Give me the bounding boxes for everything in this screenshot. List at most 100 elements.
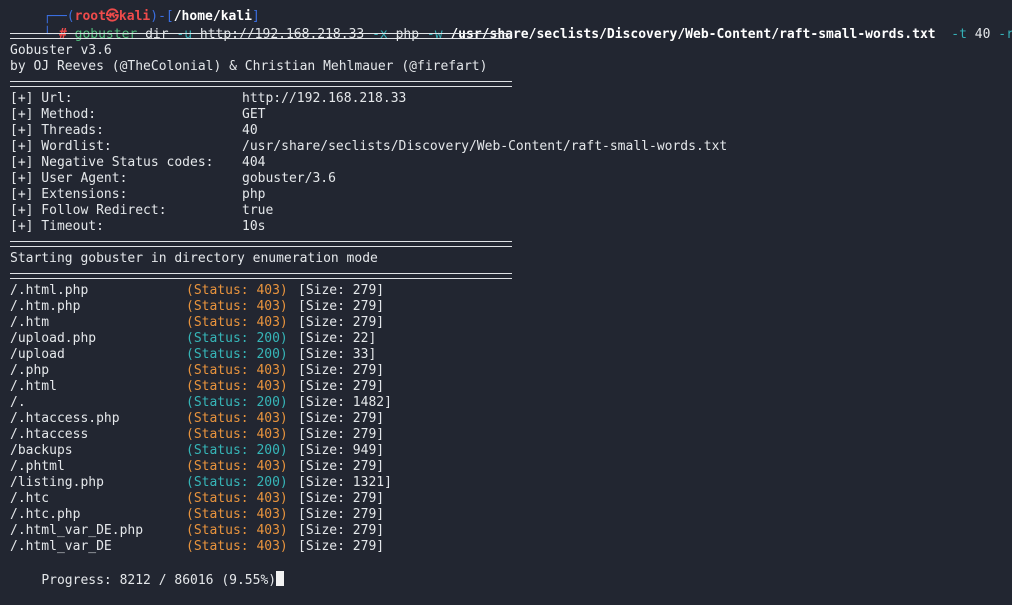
result-size: [Size: 279] <box>298 411 385 426</box>
result-row: /.htc (Status: 403) [Size: 279] <box>10 491 510 507</box>
result-size: [Size: 33] <box>298 347 377 362</box>
result-row: /.html_var_DE (Status: 403) [Size: 279] <box>10 539 510 555</box>
result-row: /.phtml (Status: 403) [Size: 279] <box>10 459 510 475</box>
config-label: [+] Url: <box>10 91 73 106</box>
config-label: [+] Wordlist: <box>10 139 112 154</box>
config-value: 404 <box>242 155 266 170</box>
result-status: (Status: 200) <box>186 347 288 362</box>
result-row: /.php (Status: 403) [Size: 279] <box>10 363 510 379</box>
cursor[interactable] <box>276 571 285 586</box>
result-status: (Status: 403) <box>186 427 288 442</box>
result-path: /.htm.php <box>10 299 81 314</box>
start-message: Starting gobuster in directory enumerati… <box>10 251 378 266</box>
result-status: (Status: 403) <box>186 491 288 506</box>
result-size: [Size: 279] <box>298 523 385 538</box>
result-size: [Size: 279] <box>298 315 385 330</box>
result-row: /.html_var_DE.php (Status: 403) [Size: 279… <box>10 523 510 539</box>
result-path: /.htaccess.php <box>10 411 120 426</box>
result-status: (Status: 200) <box>186 475 288 490</box>
result-size: [Size: 279] <box>298 507 385 522</box>
result-path: /.php <box>10 363 50 378</box>
banner-authors: by OJ Reeves (@TheColonial) & Christian … <box>10 59 488 74</box>
result-path: /.html <box>10 379 57 394</box>
result-path: /upload.php <box>10 331 97 346</box>
result-row: /.htc.php (Status: 403) [Size: 279] <box>10 507 510 523</box>
result-status: (Status: 200) <box>186 395 288 410</box>
terminal-window[interactable]: ┌──(root㉿kali)-[/home/kali] └─# gobuster… <box>0 0 1012 592</box>
config-row: [+] Timeout: 10s <box>10 219 810 235</box>
result-path: /. <box>10 395 26 410</box>
result-status: (Status: 403) <box>186 299 288 314</box>
result-path: /.phtml <box>10 459 65 474</box>
divider-2 <box>10 81 512 87</box>
result-size: [Size: 1482] <box>298 395 392 410</box>
command-threads: 40 <box>974 27 991 42</box>
config-row: [+] Method: GET <box>10 107 810 123</box>
result-status: (Status: 200) <box>186 331 288 346</box>
config-label: [+] Timeout: <box>10 219 104 234</box>
result-path: /upload <box>10 347 65 362</box>
result-path: /.htm <box>10 315 50 330</box>
result-status: (Status: 403) <box>186 315 288 330</box>
result-path: /listing.php <box>10 475 104 490</box>
result-row: /.html (Status: 403) [Size: 279] <box>10 379 510 395</box>
result-row: /backups (Status: 200) [Size: 949] <box>10 443 510 459</box>
result-status: (Status: 403) <box>186 283 288 298</box>
result-status: (Status: 403) <box>186 459 288 474</box>
progress-text: Progress: 8212 / 86016 (9.55%) <box>41 573 277 588</box>
divider-1 <box>10 33 512 39</box>
result-row: /.html.php (Status: 403) [Size: 279] <box>10 283 510 299</box>
progress-line: Progress: 8212 / 86016 (9.55%) <box>10 555 285 588</box>
config-label: [+] Negative Status codes: <box>10 155 214 170</box>
divider-4 <box>10 273 512 279</box>
result-row: /listing.php (Status: 200) [Size: 1321] <box>10 475 510 491</box>
result-size: [Size: 22] <box>298 331 377 346</box>
banner-version: Gobuster v3.6 <box>10 43 112 58</box>
result-row: /upload.php (Status: 200) [Size: 22] <box>10 331 510 347</box>
result-size: [Size: 279] <box>298 427 385 442</box>
result-path: /.htaccess <box>10 427 89 442</box>
result-status: (Status: 403) <box>186 523 288 538</box>
result-status: (Status: 200) <box>186 443 288 458</box>
result-status: (Status: 403) <box>186 379 288 394</box>
result-size: [Size: 1321] <box>298 475 392 490</box>
result-row: /.htaccess (Status: 403) [Size: 279] <box>10 427 510 443</box>
result-size: [Size: 279] <box>298 299 385 314</box>
config-label: [+] Threads: <box>10 123 104 138</box>
result-path: /.htc.php <box>10 507 81 522</box>
command-flag-redirect: -r <box>998 27 1012 42</box>
result-row: /upload (Status: 200) [Size: 33] <box>10 347 510 363</box>
result-size: [Size: 279] <box>298 539 385 554</box>
config-label: [+] Method: <box>10 107 97 122</box>
config-value: /usr/share/seclists/Discovery/Web-Conten… <box>242 139 728 154</box>
config-row: [+] Wordlist: /usr/share/seclists/Discove… <box>10 139 810 155</box>
config-row: [+] Negative Status codes: 404 <box>10 155 810 171</box>
result-row: /.htm (Status: 403) [Size: 279] <box>10 315 510 331</box>
config-label: [+] User Agent: <box>10 171 128 186</box>
config-value: php <box>242 187 266 202</box>
config-value: 40 <box>242 123 258 138</box>
config-label: [+] Extensions: <box>10 187 128 202</box>
config-row: [+] Url: http://192.168.218.33 <box>10 91 810 107</box>
config-value: http://192.168.218.33 <box>242 91 407 106</box>
command-line[interactable]: └─# gobuster dir -u http://192.168.218.3… <box>12 11 1012 42</box>
result-size: [Size: 279] <box>298 491 385 506</box>
result-size: [Size: 279] <box>298 363 385 378</box>
result-status: (Status: 403) <box>186 363 288 378</box>
divider-3 <box>10 241 512 247</box>
config-value: gobuster/3.6 <box>242 171 336 186</box>
result-path: /.html.php <box>10 283 89 298</box>
result-row: /.htaccess.php (Status: 403) [Size: 279] <box>10 411 510 427</box>
result-status: (Status: 403) <box>186 507 288 522</box>
command-flag-threads: -t <box>951 27 967 42</box>
config-row: [+] Follow Redirect: true <box>10 203 810 219</box>
result-path: /.html_var_DE.php <box>10 523 144 538</box>
result-size: [Size: 279] <box>298 459 385 474</box>
command-wordlist: /usr/share/seclists/Discovery/Web-Conten… <box>450 27 936 42</box>
result-path: /.htc <box>10 491 50 506</box>
config-row: [+] Extensions: php <box>10 187 810 203</box>
result-size: [Size: 279] <box>298 379 385 394</box>
result-status: (Status: 403) <box>186 411 288 426</box>
result-size: [Size: 949] <box>298 443 385 458</box>
config-label: [+] Follow Redirect: <box>10 203 167 218</box>
